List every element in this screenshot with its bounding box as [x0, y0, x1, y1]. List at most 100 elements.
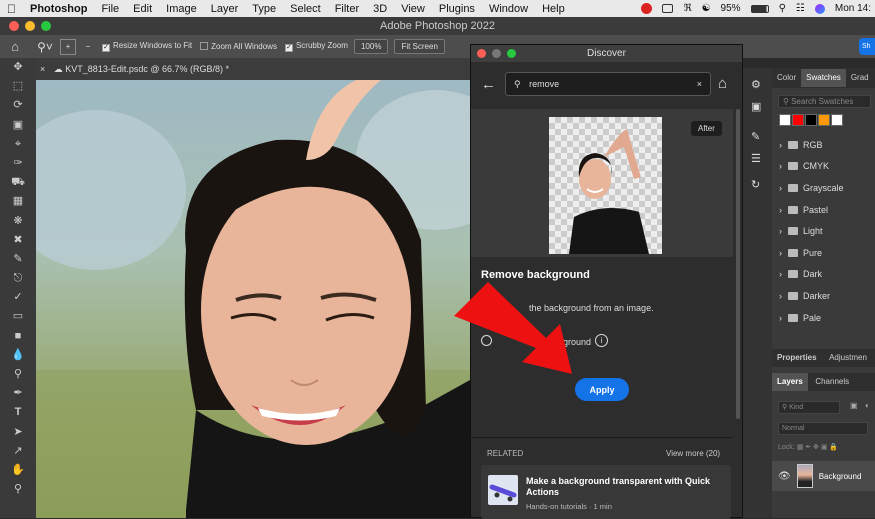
search-icon[interactable]: ⚲ [779, 3, 786, 14]
visibility-eye-icon[interactable]: 👁 [778, 471, 791, 482]
discover-zoom-button[interactable] [507, 49, 516, 58]
menu-plugins[interactable]: Plugins [432, 3, 482, 15]
folder-dark[interactable]: › Dark [772, 264, 875, 286]
patch-tool-icon[interactable]: ▦ [0, 192, 36, 211]
zoom-window-button[interactable] [41, 21, 51, 31]
menu-app-name[interactable]: Photoshop [23, 3, 94, 15]
object-selection-tool-icon[interactable]: ▣ [0, 116, 36, 135]
marquee-tool-icon[interactable]: ⬚ [0, 77, 36, 96]
creative-cloud-icon[interactable] [641, 3, 653, 14]
close-window-button[interactable] [9, 21, 19, 31]
layer-row-background[interactable]: 👁 Background [772, 461, 875, 491]
back-arrow-icon[interactable]: ← [481, 76, 496, 93]
swatch-search-field[interactable]: ⚲ Search Swatches [778, 95, 871, 108]
tab-properties[interactable]: Properties [772, 349, 822, 367]
menu-filter[interactable]: Filter [328, 3, 366, 15]
discover-scrollbar[interactable] [736, 109, 740, 419]
folder-grayscale[interactable]: › Grayscale [772, 177, 875, 199]
direct-selection-icon[interactable]: ↗ [0, 442, 36, 461]
tab-layers[interactable]: Layers [772, 373, 808, 391]
zoom-out-icon[interactable]: − [80, 42, 96, 51]
menu-view[interactable]: View [394, 3, 432, 15]
folder-darker[interactable]: › Darker [772, 285, 875, 307]
resize-windows-checkbox[interactable]: ✓ Resize Windows to Fit [102, 41, 192, 52]
share-button[interactable]: Sh [859, 38, 875, 55]
spot-tool-icon[interactable]: ❋ [0, 212, 36, 231]
menu-type[interactable]: Type [245, 3, 283, 15]
apple-icon[interactable]:  [0, 2, 23, 16]
related-card[interactable]: Make a background transparent with Quick… [481, 465, 731, 519]
menu-help[interactable]: Help [535, 3, 572, 15]
zoom-all-checkbox[interactable]: Zoom All Windows [200, 42, 277, 51]
clone-stamp-icon[interactable]: ⎋ [0, 269, 36, 288]
tab-gradients[interactable]: Grad [846, 69, 874, 87]
menu-layer[interactable]: Layer [204, 3, 246, 15]
menu-edit[interactable]: Edit [126, 3, 159, 15]
zoom-tool-icon[interactable]: ⚲˅ [30, 40, 60, 54]
fit-screen-button[interactable]: Fit Screen [394, 39, 445, 54]
home-icon[interactable]: ⌂ [0, 39, 30, 54]
menu-3d[interactable]: 3D [366, 3, 394, 15]
swatch-chip-3[interactable] [818, 114, 830, 126]
lasso-tool-icon[interactable]: ⟳ [0, 96, 36, 115]
folder-rgb[interactable]: › RGB [772, 134, 875, 156]
filter-image-icon[interactable]: ▣ [850, 401, 858, 410]
swatch-chip-2[interactable] [805, 114, 817, 126]
tab-swatches[interactable]: Swatches [801, 69, 846, 87]
document-tab-label[interactable]: KVT_8813-Edit.psdc @ 66.7% (RGB/8) * [65, 64, 229, 74]
menu-file[interactable]: File [94, 3, 126, 15]
layer-kind-filter[interactable]: ⚲ Kind [778, 401, 840, 414]
blur-tool-icon[interactable]: 💧 [0, 346, 36, 365]
folder-pure[interactable]: › Pure [772, 242, 875, 264]
status-icon[interactable] [662, 4, 674, 13]
dodge-tool-icon[interactable]: ⚲ [0, 365, 36, 384]
move-tool-icon[interactable]: ✥ [0, 58, 36, 77]
folder-light[interactable]: › Light [772, 220, 875, 242]
filter-adjust-icon[interactable]: ◐ [865, 401, 870, 410]
wifi-icon[interactable]: ☯ [702, 3, 711, 14]
brush-tool-icon[interactable]: ✎ [0, 250, 36, 269]
pen-tool-icon[interactable]: ✒ [0, 384, 36, 403]
swatch-chip-4[interactable] [831, 114, 843, 126]
crop-tool-icon[interactable]: ⌖ [0, 135, 36, 154]
zoom-100-button[interactable]: 100% [353, 39, 389, 54]
scrubby-zoom-checkbox[interactable]: ✓ Scrubby Zoom [284, 41, 348, 52]
view-more-link[interactable]: View more (20) [666, 449, 720, 458]
canvas-photo[interactable] [36, 80, 470, 518]
blend-mode-select[interactable]: Normal [778, 422, 868, 435]
home-icon[interactable]: ⌂ [718, 75, 727, 92]
close-tab-icon[interactable]: × [40, 64, 45, 74]
brush-settings-icon[interactable]: ✎ [751, 130, 760, 143]
type-tool-icon[interactable]: T [0, 403, 36, 422]
comment-panel-icon[interactable]: ▣ [751, 100, 761, 113]
menu-select[interactable]: Select [283, 3, 328, 15]
tab-adjustments[interactable]: Adjustmen [824, 349, 872, 367]
control-center-icon[interactable]: ☷ [796, 3, 805, 14]
adjust-panel-icon[interactable]: ☰ [751, 152, 761, 165]
layer-name[interactable]: Background [819, 472, 862, 481]
content-aware-move-icon[interactable]: ✖ [0, 231, 36, 250]
history-brush-icon[interactable]: ✓ [0, 288, 36, 307]
swatch-chip-0[interactable] [779, 114, 791, 126]
eyedropper-tool-icon[interactable]: ✑ [0, 154, 36, 173]
swatch-chip-1[interactable] [792, 114, 804, 126]
zoom-in-icon[interactable]: + [60, 38, 76, 55]
history-panel-icon[interactable]: ⚙ [751, 78, 761, 91]
folder-cmyk[interactable]: › CMYK [772, 156, 875, 178]
discover-search-field[interactable]: ⚲ remove × [505, 72, 711, 96]
bluetooth-icon[interactable]: ℜ [683, 3, 691, 14]
minimize-window-button[interactable] [25, 21, 35, 31]
menu-image[interactable]: Image [159, 3, 204, 15]
discover-minimize-button[interactable] [492, 49, 501, 58]
tab-channels[interactable]: Channels [810, 373, 854, 391]
healing-brush-icon[interactable]: ⛟ [0, 173, 36, 192]
hand-tool-icon[interactable]: ✋ [0, 461, 36, 480]
gradient-tool-icon[interactable]: ■ [0, 327, 36, 346]
zoom-canvas-icon[interactable]: ⚲ [0, 480, 36, 499]
clear-search-icon[interactable]: × [697, 73, 702, 95]
siri-icon[interactable] [814, 3, 825, 14]
discover-close-button[interactable] [477, 49, 486, 58]
libraries-panel-icon[interactable]: ↻ [751, 178, 760, 191]
battery-icon[interactable] [750, 4, 769, 13]
menu-window[interactable]: Window [482, 3, 535, 15]
